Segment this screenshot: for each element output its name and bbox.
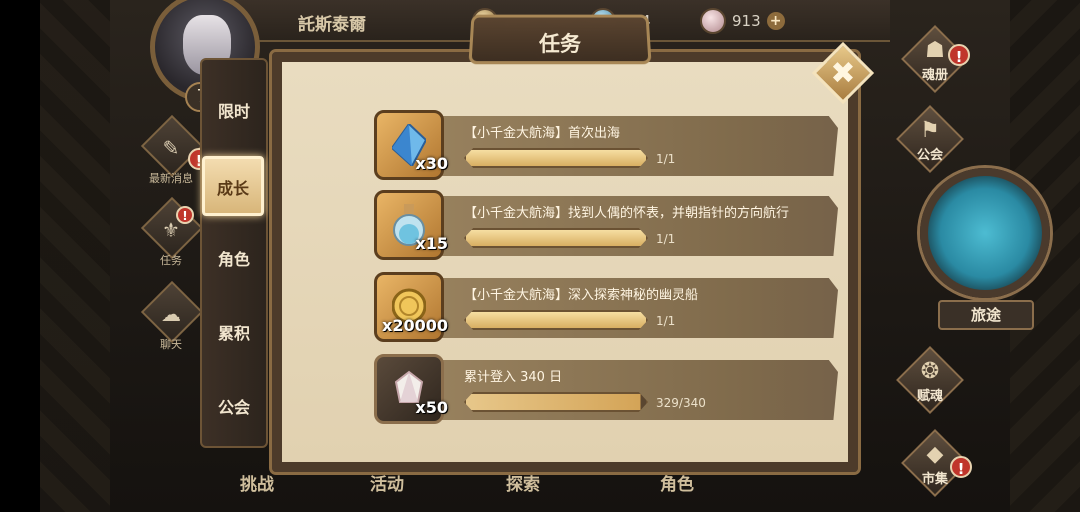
journey-emblem-icon	[920, 168, 1050, 298]
news-button[interactable]: ✎ 最新消息 !	[140, 114, 210, 185]
quest-progress-text: 1/1	[656, 314, 676, 328]
soul-infuse-label: 赋魂	[916, 389, 943, 404]
left-pattern	[40, 0, 110, 512]
player-name: 託斯泰爾	[298, 15, 366, 35]
news-label: 最新消息	[149, 172, 193, 185]
guild-banner-icon: ⚑	[920, 118, 940, 143]
quest-progress-bar	[464, 392, 648, 412]
quest-row[interactable]: x20000 【小千金大航海】深入探索神秘的幽灵船 1/1	[330, 272, 840, 342]
quest-progress-bar	[464, 148, 648, 168]
chat-button[interactable]: ☁ 聊天	[140, 280, 204, 351]
quest-button[interactable]: ⚜ 任务 !	[140, 196, 204, 267]
soul-infuse-button[interactable]: ❂ 赋魂	[895, 345, 965, 415]
soul-book-label: 魂册	[921, 68, 948, 83]
nav-characters[interactable]: 角色	[660, 470, 694, 495]
quest-progress-text: 1/1	[656, 152, 676, 166]
quest-title: 【小千金大航海】找到人偶的怀表，并朝指针的方向航行	[464, 206, 790, 221]
add-gem-button[interactable]: +	[766, 12, 785, 30]
quest-progress-bar	[464, 228, 648, 248]
reward-count: x20000	[382, 316, 448, 335]
journey-label: 旅途	[938, 300, 1034, 330]
quest-title: 累计登入 340 日	[464, 370, 563, 385]
quest-progress-bar	[464, 310, 648, 330]
resource-gem-value: 913	[732, 12, 761, 30]
quest-title: 【小千金大航海】深入探索神秘的幽灵船	[464, 288, 699, 303]
chat-label: 聊天	[160, 338, 182, 351]
market-alert-badge: !	[950, 456, 972, 478]
quest-label: 任务	[160, 254, 182, 267]
quest-scroll-icon: ⚜	[162, 218, 180, 242]
market-button[interactable]: ◆ 市集 !	[900, 428, 972, 498]
chat-bubble-icon: ☁	[161, 302, 181, 326]
quest-alert-badge: !	[176, 206, 194, 224]
screen-bezel	[0, 0, 40, 512]
panel-title: 任务	[539, 32, 581, 56]
reward-count: x15	[415, 234, 448, 253]
close-icon[interactable]: ✖	[821, 52, 865, 96]
category-tabs: 限时 成长 角色 累积 公会	[200, 58, 268, 448]
journey-button[interactable]: 旅途	[920, 168, 1060, 330]
nav-events[interactable]: 活动	[370, 470, 404, 495]
guild-label: 公会	[916, 148, 943, 163]
soul-book-button[interactable]: ☗ 魂册 !	[900, 24, 970, 94]
quest-progress-text: 1/1	[656, 232, 676, 246]
quest-title: 【小千金大航海】首次出海	[464, 126, 621, 141]
tab-limited[interactable]: 限时	[202, 82, 266, 142]
tab-character[interactable]: 角色	[202, 230, 266, 290]
game-screen: 託斯泰爾 11 174 913 + 70 ✎ 最新消息 ! ⚜ 任务 !	[40, 0, 1080, 512]
bottom-nav: 挑战 活动 探索 角色	[240, 462, 890, 512]
quest-row[interactable]: x50 累计登入 340 日 329/340	[330, 354, 840, 424]
reward-count: x50	[415, 398, 448, 417]
gem-icon	[700, 8, 726, 34]
quest-row[interactable]: x30 【小千金大航海】首次出海 1/1	[330, 110, 840, 180]
reward-count: x30	[415, 154, 448, 173]
swirl-icon: ❂	[920, 359, 940, 384]
tab-guild[interactable]: 公会	[202, 378, 266, 438]
soul-book-alert-badge: !	[948, 44, 970, 66]
resource-gem[interactable]: 913 +	[700, 8, 785, 34]
tab-cumulative[interactable]: 累积	[202, 304, 266, 364]
nav-explore[interactable]: 探索	[506, 470, 540, 495]
tab-growth[interactable]: 成长	[202, 156, 264, 216]
quest-row[interactable]: x15 【小千金大航海】找到人偶的怀表，并朝指针的方向航行 1/1	[330, 190, 840, 260]
quest-progress-text: 329/340	[656, 396, 706, 410]
guild-button[interactable]: ⚑ 公会	[895, 104, 965, 174]
nav-challenge[interactable]: 挑战	[240, 470, 274, 495]
